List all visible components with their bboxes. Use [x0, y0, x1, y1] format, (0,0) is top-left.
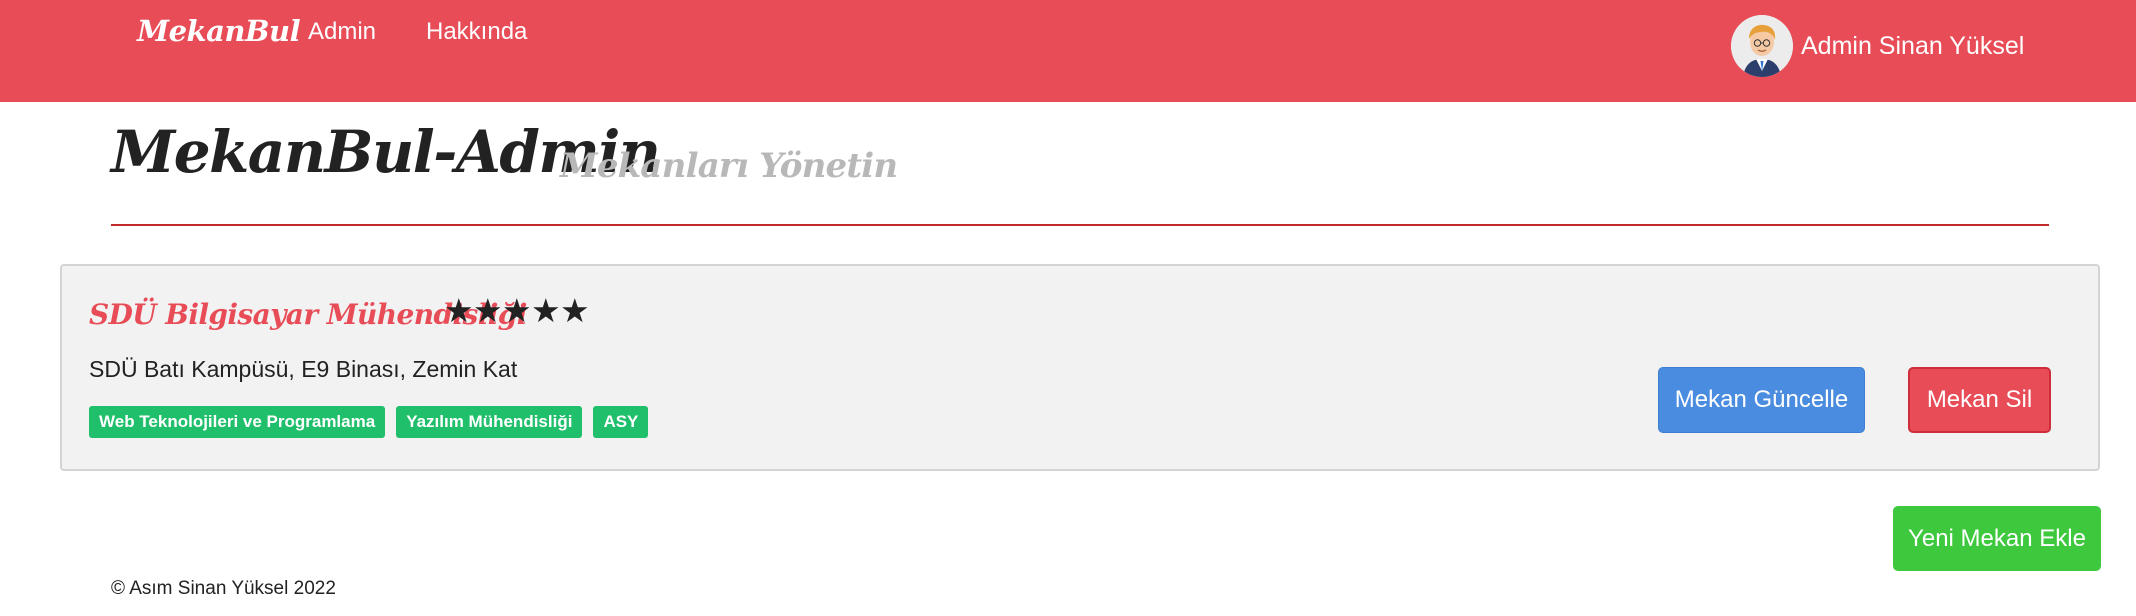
venue-card: SDÜ Bilgisayar Mühendisliği ★ ★ ★ ★ ★ SD…	[60, 264, 2100, 471]
star-icon: ★	[502, 291, 532, 330]
venue-tag: Web Teknolojileri ve Programlama	[89, 406, 386, 438]
star-icon: ★	[560, 291, 590, 330]
footer-copyright: © Asım Sinan Yüksel 2022	[111, 578, 336, 599]
nav-link-admin[interactable]: Admin	[308, 18, 376, 46]
update-venue-button[interactable]: Mekan Güncelle	[1658, 367, 1865, 433]
nav-link-about[interactable]: Hakkında	[426, 18, 527, 46]
star-icon: ★	[473, 291, 503, 330]
star-icon: ★	[531, 291, 561, 330]
user-menu[interactable]: Admin Sinan Yüksel	[1731, 15, 2024, 77]
venue-address: SDÜ Batı Kampüsü, E9 Binası, Zemin Kat	[89, 356, 518, 382]
venue-tag: ASY	[593, 406, 649, 438]
page-subtitle: Mekanları Yönetin	[560, 146, 898, 186]
user-avatar-icon	[1731, 15, 1793, 77]
header-divider	[111, 224, 2049, 226]
add-venue-button[interactable]: Yeni Mekan Ekle	[1893, 506, 2101, 571]
venue-tag: Yazılım Mühendisliği	[396, 406, 583, 438]
delete-venue-button[interactable]: Mekan Sil	[1908, 367, 2051, 433]
navbar: MekanBul Admin Hakkında Admin Sinan Yüks…	[0, 0, 2136, 102]
star-icon: ★	[444, 291, 474, 330]
user-name: Admin Sinan Yüksel	[1801, 31, 2025, 60]
venue-tags: Web Teknolojileri ve Programlama Yazılım…	[89, 406, 659, 438]
venue-rating: ★ ★ ★ ★ ★	[444, 291, 590, 330]
brand-logo[interactable]: MekanBul	[137, 14, 301, 48]
